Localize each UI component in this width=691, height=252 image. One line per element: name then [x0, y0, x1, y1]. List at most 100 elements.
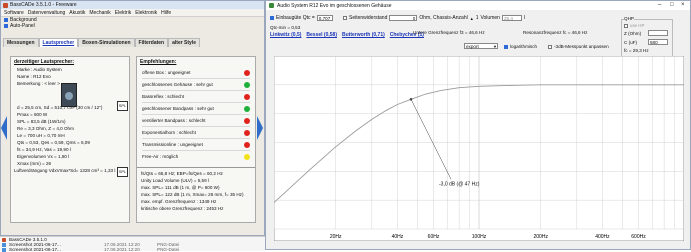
- spl-button[interactable]: SPL: [117, 101, 128, 111]
- menu-software[interactable]: Software: [4, 10, 24, 16]
- recommendation-row: Free-Air : möglich: [142, 151, 250, 162]
- tab-filterdaten[interactable]: Filterdaten: [134, 38, 169, 47]
- current-speaker-panel: derzeitiger Lautsprecher: Marke : Audio …: [10, 56, 130, 223]
- stat-line: max. empf. Grenzfrequenz : 1349 Hz: [141, 199, 217, 204]
- recommendations-panel: Empfehlungen: offene Box : ungeeignet ge…: [136, 56, 256, 223]
- export-select[interactable]: export ▼: [464, 43, 498, 49]
- current-speaker-title: derzeitiger Lautsprecher:: [14, 59, 75, 65]
- tab-strip: Messungen Lautsprecher Boxen-Simulatione…: [3, 38, 201, 47]
- autopanel-checkbox[interactable]: [4, 24, 8, 28]
- volume-input[interactable]: 25,4: [501, 15, 522, 21]
- status-red-dot-icon: [244, 69, 250, 76]
- menu-mechanik[interactable]: Mechanik: [89, 10, 110, 16]
- link-butterworth[interactable]: Butterworth (0,71): [342, 32, 385, 38]
- recommendation-row: geschlossenes Gehäuse : sehr gut: [142, 79, 250, 91]
- stats-block: fs/Qts = 65,8 Hz; EBP=fs/Qes = 60,2 Hz U…: [139, 170, 250, 213]
- spl-button-2[interactable]: SPL: [117, 167, 128, 177]
- log-checkbox[interactable]: [504, 44, 508, 49]
- autopanel-check-row[interactable]: Auto-Panel: [1, 23, 264, 29]
- link-bessel[interactable]: Bessel (0,58): [306, 32, 337, 38]
- menu-hilfe[interactable]: Hilfe: [161, 10, 171, 16]
- spec-displacement: Luftverdrängung VdxVmax*Sd= 1328 cm³ = 1…: [14, 168, 116, 173]
- chevron-down-icon[interactable]: ▼: [493, 44, 497, 49]
- recommendation-label: ventilierter Bandpass : schlecht: [142, 118, 206, 123]
- tab-boxen-simulationen[interactable]: Boxen-Simulationen: [78, 38, 135, 47]
- recommendations-title: Empfehlungen:: [140, 59, 177, 65]
- marker-annotation: -3,0 dB (@ 47 Hz): [439, 181, 480, 187]
- qhp-group: QHP use HP Z (Ohm) C (uF) 680 fc = 29,3 …: [621, 16, 673, 57]
- qhp-title: QHP: [624, 16, 634, 21]
- tab-messungen[interactable]: Messungen: [3, 38, 39, 47]
- chassis-label: Ohm, Chassis-Anzahl: [419, 15, 468, 21]
- link-linkwitz[interactable]: Linkwitz (0,5): [270, 32, 301, 38]
- spec-impedance: Re = 3,3 Ohm, Z = 4,0 Ohm: [17, 126, 74, 131]
- spec-own-volume: Eigenvolumen Vx = 1,80 l: [17, 154, 70, 159]
- qtc-min-readout: Qtc-min = 0,53: [270, 25, 301, 30]
- spinner-icon[interactable]: ▲: [470, 16, 474, 21]
- menu-bar: Software Datenverwaltung Akustik Mechani…: [1, 9, 264, 17]
- menu-elektronik[interactable]: Elektronik: [135, 10, 157, 16]
- image-file-icon: [2, 242, 6, 247]
- app-icon: [2, 237, 6, 242]
- qtc-checkbox[interactable]: [270, 16, 274, 20]
- speaker-name: Name : R12 Evo: [17, 74, 51, 79]
- c-input[interactable]: 680: [648, 39, 668, 45]
- marker-point: [409, 97, 413, 101]
- next-arrow-icon[interactable]: [257, 116, 263, 140]
- app-icon: [3, 2, 8, 8]
- stat-line: max. SPL= 111 dB (1 m, @ P= 600 W): [141, 185, 220, 190]
- tab-lautsprecher[interactable]: Lautsprecher: [38, 38, 79, 47]
- recommendation-row: Bassreflex : schlecht: [142, 91, 250, 103]
- basscade-window: BassCADe 3.5.1.0 - Freeware Software Dat…: [0, 0, 265, 236]
- x-tick-label: 40Hz: [392, 234, 404, 240]
- spec-q-values: Qts = 0,53, Qes = 0,59, Qms = 6,09: [17, 140, 90, 145]
- menu-akustik[interactable]: Akustik: [69, 10, 85, 16]
- use-hp-checkbox[interactable]: [624, 23, 628, 28]
- mess-control: -3dB-Messpunkt anpassen: [548, 44, 609, 49]
- close-icon[interactable]: ×: [681, 2, 685, 8]
- taskbar: BassCADe 3.5.1.0 Screenshot 2021-06-17..…: [0, 236, 265, 252]
- x-tick-label: 60Hz: [428, 234, 440, 240]
- recommendation-label: geschlossenes Gehäuse : sehr gut: [142, 82, 213, 87]
- recommendation-row: offene Box : ungeeignet: [142, 67, 250, 79]
- spec-spl: SPL = 83,5 dB (1W/1m): [17, 119, 66, 124]
- use-hp-label: use HP: [630, 23, 645, 28]
- menu-elektrik[interactable]: Elektrik: [115, 10, 131, 16]
- menu-datenverwaltung[interactable]: Datenverwaltung: [28, 10, 66, 16]
- tab-alter-style[interactable]: alter Style: [168, 38, 201, 47]
- qtc-input[interactable]: 0,707: [316, 15, 333, 21]
- side-resistance-checkbox[interactable]: [343, 16, 347, 20]
- status-red-dot-icon: [244, 117, 250, 124]
- log-control: logarithmisch: [504, 44, 537, 49]
- recommendation-row: Exponentialhorn : schlecht: [142, 127, 250, 139]
- c-control: C (uF) 680: [624, 39, 668, 45]
- prev-arrow-icon[interactable]: [1, 116, 7, 140]
- status-green-dot-icon: [244, 81, 250, 88]
- resonance-readout: Resonanzfrequenz fc = 46,6 Hz: [523, 30, 588, 35]
- z-input[interactable]: [648, 30, 668, 36]
- speaker-brand: Marke : Audio System: [17, 67, 62, 72]
- window-title: Audio System R12 Evo im geschlossenen Ge…: [277, 2, 392, 9]
- minimize-icon[interactable]: –: [658, 2, 661, 8]
- z-label: Z (Ohm): [624, 30, 642, 36]
- background-checkbox[interactable]: [4, 18, 8, 22]
- status-red-dot-icon: [244, 141, 250, 148]
- qhp-fc-readout: fc = 29,3 Hz: [624, 48, 649, 53]
- status-red-dot-icon: [244, 129, 250, 136]
- x-tick-label: 100Hz: [472, 234, 487, 240]
- alignment-links: Linkwitz (0,5) Bessel (0,58) Butterworth…: [270, 32, 424, 38]
- side-resistance-label: Seitenwiderstand: [349, 15, 388, 21]
- x-tick-label: 200Hz: [533, 234, 548, 240]
- recommendation-label: offene Box : ungeeignet: [142, 70, 191, 75]
- spec-xmax: Xmax (mm) = 26: [17, 161, 52, 166]
- log-label: logarithmisch: [510, 44, 538, 49]
- app-icon: [269, 3, 274, 8]
- maximize-icon[interactable]: □: [670, 2, 674, 8]
- stat-line: kritische obere Grenzfrequenz : 2453 Hz: [141, 206, 224, 211]
- mess-checkbox[interactable]: [548, 44, 552, 49]
- chassis-count[interactable]: 1: [476, 15, 479, 21]
- recommendation-row: Transmissionline : ungeeignet: [142, 139, 250, 151]
- x-tick-label: 20Hz: [330, 234, 342, 240]
- side-resistance-input[interactable]: 0: [389, 15, 418, 21]
- status-red-dot-icon: [244, 93, 250, 100]
